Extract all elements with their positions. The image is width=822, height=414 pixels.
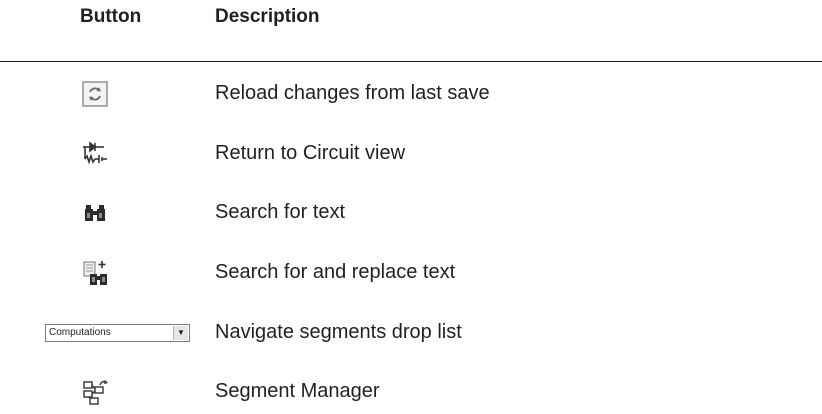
column-header-button: Button [80, 6, 142, 27]
table-row: Segment Manager [0, 372, 822, 412]
segment-manager-button[interactable] [0, 372, 190, 412]
row-description: Navigate segments drop list [215, 321, 462, 343]
circuit-view-icon [83, 141, 107, 165]
search-text-button[interactable] [0, 193, 190, 233]
segments-droplist[interactable]: Computations ▼ [45, 324, 190, 342]
row-description: Segment Manager [215, 380, 380, 402]
search-replace-icon [83, 261, 107, 285]
binoculars-icon [85, 205, 105, 221]
row-description: Search for and replace text [215, 261, 456, 283]
header-divider [0, 61, 822, 62]
row-description: Reload changes from last save [215, 82, 490, 104]
circuit-view-button[interactable] [0, 134, 190, 174]
reload-button[interactable] [0, 74, 190, 114]
segment-manager-icon [83, 380, 108, 405]
search-replace-button[interactable] [0, 253, 190, 293]
column-header-description: Description [215, 6, 320, 27]
table-row: Search for and replace text [0, 253, 822, 293]
table-header: Button Description [0, 0, 822, 40]
reload-icon [82, 81, 108, 107]
droplist-cell: Computations ▼ [0, 313, 190, 353]
droplist-value: Computations [49, 327, 111, 338]
table-row: Search for text [0, 193, 822, 233]
table-row: Computations ▼ Navigate segments drop li… [0, 313, 822, 353]
table-row: Reload changes from last save [0, 74, 822, 114]
row-description: Search for text [215, 201, 346, 223]
row-description: Return to Circuit view [215, 142, 406, 164]
table-row: Return to Circuit view [0, 134, 822, 174]
chevron-down-icon[interactable]: ▼ [173, 326, 188, 340]
